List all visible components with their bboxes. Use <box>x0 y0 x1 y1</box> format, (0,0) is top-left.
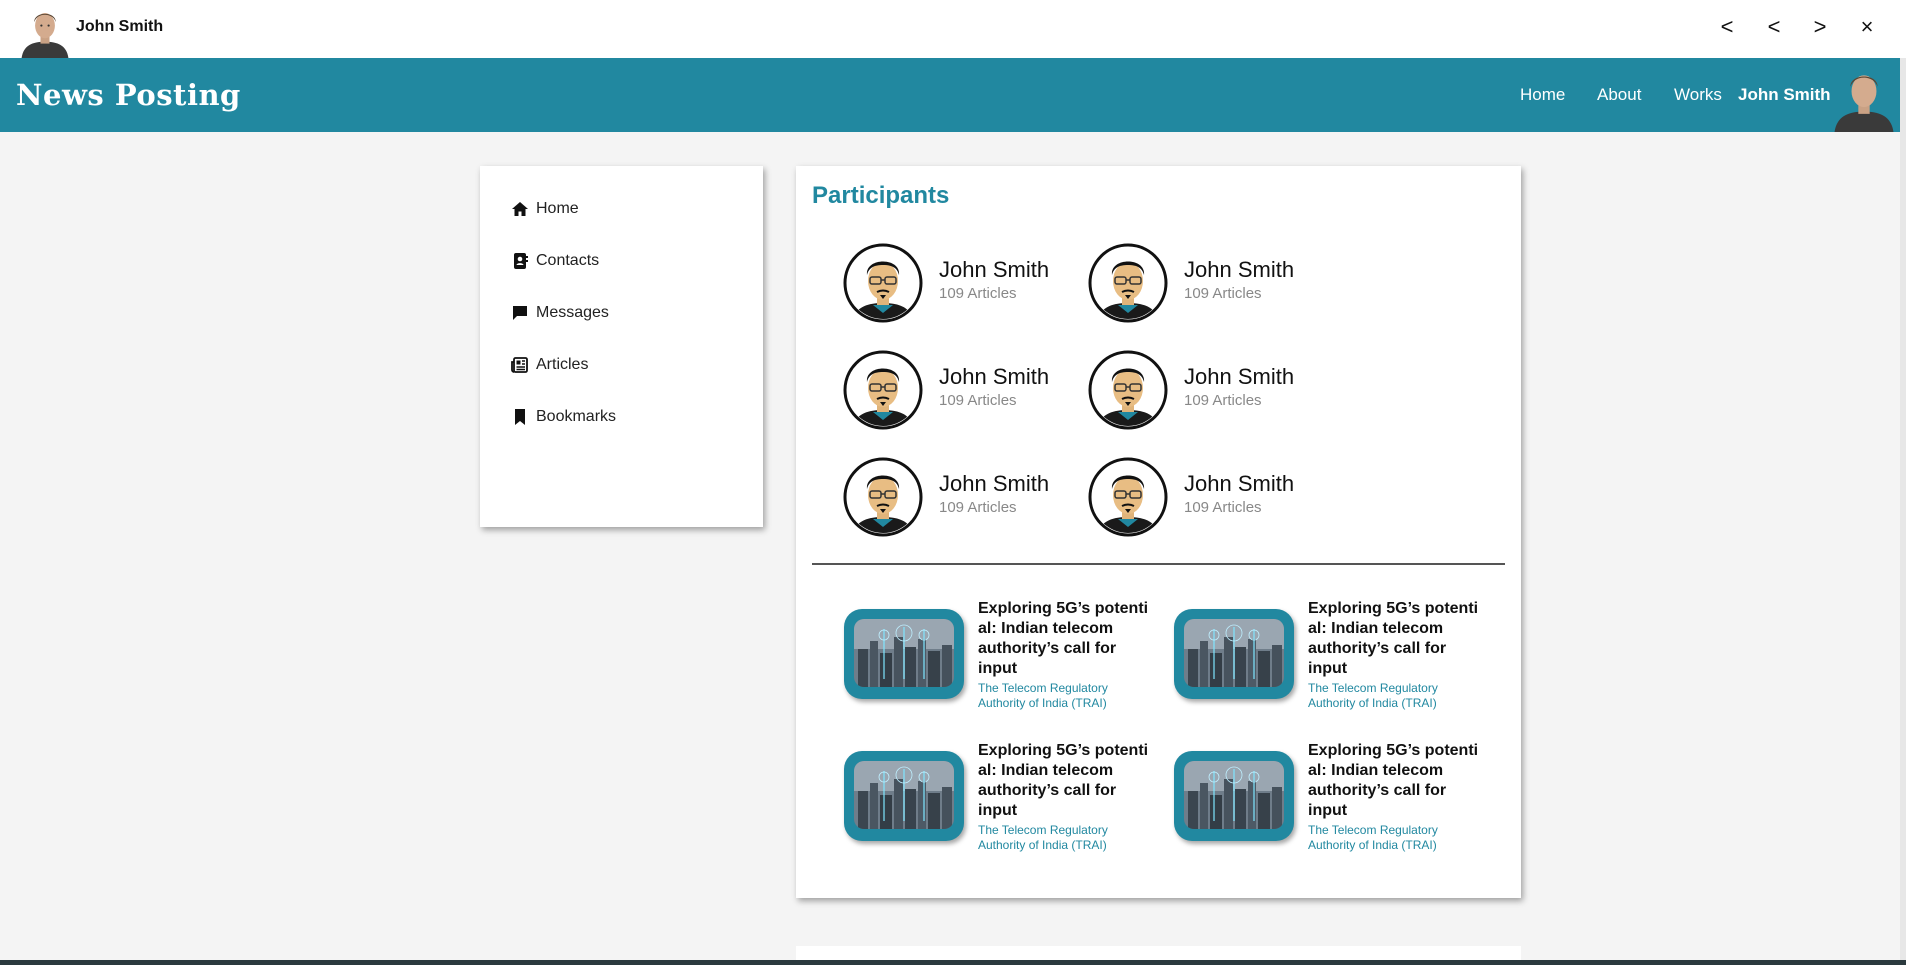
article-source: The Telecom Regulatory Authority of Indi… <box>1308 823 1438 852</box>
bookmark-icon <box>515 409 525 425</box>
article-title: Exploring 5G’s potenti al: Indian teleco… <box>978 600 1149 677</box>
participant-item[interactable]: John Smith 109 Articles <box>843 243 1073 323</box>
nav-user-avatar[interactable] <box>1830 64 1898 132</box>
previous-icon[interactable]: < <box>1762 14 1786 40</box>
next-icon[interactable]: > <box>1808 14 1832 40</box>
article-title: Exploring 5G’s potenti al: Indian teleco… <box>978 742 1149 819</box>
sidebar-item-label: Home <box>536 200 579 217</box>
article-card[interactable]: Exploring 5G’s potenti al: Indian teleco… <box>1174 741 1484 861</box>
participant-name: John Smith <box>939 471 1050 496</box>
article-thumbnail <box>844 609 964 699</box>
sidebar-item-label: Contacts <box>536 252 600 269</box>
sidebar-item-label: Messages <box>536 304 609 321</box>
article-title: Exploring 5G’s potenti al: Indian teleco… <box>1308 742 1479 819</box>
brand-logo[interactable]: News Posting <box>16 78 241 112</box>
article-source: The Telecom Regulatory Authority of Indi… <box>978 681 1108 710</box>
sidebar-item-label: Articles <box>536 356 589 373</box>
article-card[interactable]: Exploring 5G’s potenti al: Indian teleco… <box>844 599 1154 719</box>
section-divider <box>812 563 1505 565</box>
back-icon[interactable]: < <box>1715 14 1739 40</box>
participant-article-count: 109 Articles <box>939 499 1017 516</box>
section-title: Participants <box>812 182 950 209</box>
home-icon <box>512 202 528 216</box>
nav-link-home[interactable]: Home <box>1520 85 1565 105</box>
sidebar-item-articles[interactable]: Articles <box>510 353 588 377</box>
participant-item[interactable]: John Smith 109 Articles <box>1088 350 1318 430</box>
nav-link-works[interactable]: Works <box>1674 85 1722 105</box>
newspaper-icon <box>511 357 528 373</box>
article-title: Exploring 5G’s potenti al: Indian teleco… <box>1308 600 1479 677</box>
bottom-edge <box>0 960 1906 965</box>
nav-user-name[interactable]: John Smith <box>1738 85 1831 105</box>
window-titlebar: John Smith < < > × <box>0 0 1906 58</box>
participant-article-count: 109 Articles <box>1184 285 1262 302</box>
sidebar-item-label: Bookmarks <box>536 408 617 425</box>
participant-avatar <box>843 243 923 323</box>
article-thumbnail <box>844 751 964 841</box>
sidebar-item-contacts[interactable]: Contacts <box>510 249 599 273</box>
participant-avatar <box>1088 350 1168 430</box>
top-navbar: News Posting Home About Works John Smith <box>0 58 1906 132</box>
article-card[interactable]: Exploring 5G’s potenti al: Indian teleco… <box>1174 599 1484 719</box>
sidebar-item-home[interactable]: Home <box>510 197 579 221</box>
participant-name: John Smith <box>1184 364 1295 389</box>
close-icon[interactable]: × <box>1855 14 1879 40</box>
article-source: The Telecom Regulatory Authority of Indi… <box>978 823 1108 852</box>
participant-item[interactable]: John Smith 109 Articles <box>843 457 1073 537</box>
participant-avatar <box>843 350 923 430</box>
participant-avatar <box>1088 243 1168 323</box>
window-user-name: John Smith <box>76 18 164 35</box>
participant-item[interactable]: John Smith 109 Articles <box>1088 243 1318 323</box>
participant-article-count: 109 Articles <box>1184 499 1262 516</box>
participant-article-count: 109 Articles <box>939 285 1017 302</box>
message-icon <box>513 306 527 320</box>
participant-item[interactable]: John Smith 109 Articles <box>843 350 1073 430</box>
participant-name: John Smith <box>939 257 1050 282</box>
sidebar-item-messages[interactable]: Messages <box>510 301 609 325</box>
participant-article-count: 109 Articles <box>1184 392 1262 409</box>
participant-avatar <box>843 457 923 537</box>
article-thumbnail <box>1174 609 1294 699</box>
participant-item[interactable]: John Smith 109 Articles <box>1088 457 1318 537</box>
participant-name: John Smith <box>939 364 1050 389</box>
article-thumbnail <box>1174 751 1294 841</box>
nav-link-about[interactable]: About <box>1597 85 1641 105</box>
article-card[interactable]: Exploring 5G’s potenti al: Indian teleco… <box>844 741 1154 861</box>
sidebar: Home Contacts Messages Articles Bookmark… <box>480 166 763 527</box>
page-scrollbar[interactable] <box>1900 58 1906 960</box>
participant-article-count: 109 Articles <box>939 392 1017 409</box>
user-avatar[interactable] <box>16 4 74 58</box>
article-source: The Telecom Regulatory Authority of Indi… <box>1308 681 1438 710</box>
contacts-icon <box>514 253 528 269</box>
sidebar-item-bookmarks[interactable]: Bookmarks <box>510 405 616 429</box>
participant-avatar <box>1088 457 1168 537</box>
participant-name: John Smith <box>1184 471 1295 496</box>
participant-name: John Smith <box>1184 257 1295 282</box>
participants-card: Participants John Smith 109 Articles Joh… <box>796 166 1521 898</box>
